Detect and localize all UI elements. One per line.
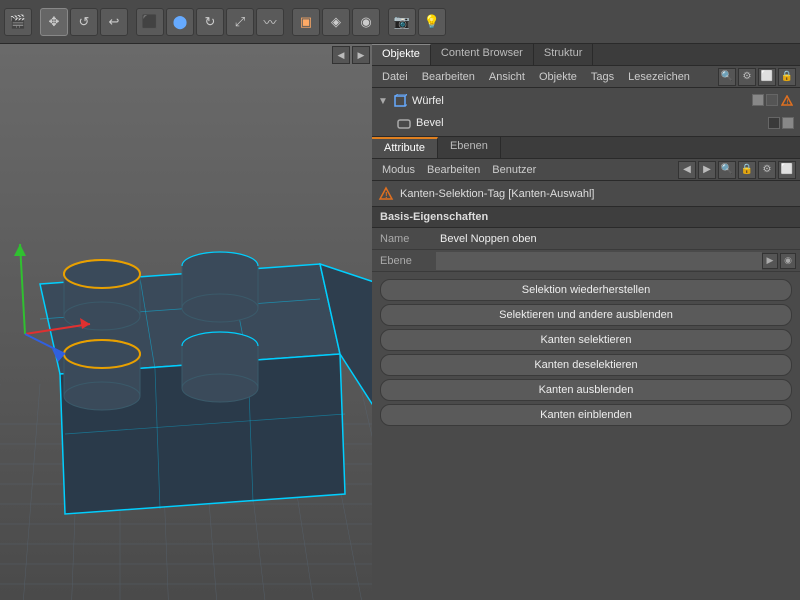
undo-tool[interactable]: ↩ — [100, 8, 128, 36]
rotate-tool[interactable]: ↻ — [196, 8, 224, 36]
tab-ebenen[interactable]: Ebenen — [438, 137, 501, 158]
settings-icon-btn[interactable]: ⚙ — [738, 68, 756, 86]
menu-tags[interactable]: Tags — [585, 69, 620, 85]
prop-row-name: Name Bevel Noppen oben — [372, 228, 800, 250]
viewport-nav: ◀ ▶ — [330, 44, 372, 66]
object-item-bevel[interactable]: Bevel — [376, 112, 796, 134]
right-panel: Objekte Content Browser Struktur Datei B… — [372, 44, 800, 600]
tag-label: Kanten-Selektion-Tag [Kanten-Auswahl] — [400, 188, 594, 200]
menu-icon-group: 🔍 ⚙ ⬜ 🔒 — [718, 68, 796, 86]
menu-datei[interactable]: Datei — [376, 69, 414, 85]
bevel-icon — [396, 115, 412, 131]
file-tool[interactable]: 🎬 — [4, 8, 32, 36]
select-tool[interactable]: ✥ — [40, 8, 68, 36]
layer-extra-btn[interactable]: ◉ — [780, 253, 796, 269]
scene-svg — [0, 44, 372, 600]
lock-icon-btn[interactable]: 🔒 — [778, 68, 796, 86]
tag-bar: ! Kanten-Selektion-Tag [Kanten-Auswahl] — [372, 181, 800, 207]
nurbs-tool[interactable]: ▣ — [292, 8, 320, 36]
nav-settings-btn[interactable]: ⚙ — [758, 161, 776, 179]
svg-text:!: ! — [787, 100, 789, 106]
sphere-tool[interactable]: ⬤ — [166, 8, 194, 36]
nav-next-btn[interactable]: ▶ — [698, 161, 716, 179]
main-layout: ◀ ▶ — [0, 44, 800, 600]
nav-lock-btn[interactable]: 🔒 — [738, 161, 756, 179]
object-item-wuerfel[interactable]: ▼ Würfel ! — [376, 90, 796, 112]
tab-objekte[interactable]: Objekte — [372, 44, 431, 65]
indicator-1[interactable] — [752, 94, 764, 106]
object-indicators-bevel — [768, 117, 794, 129]
light-tool[interactable]: 💡 — [418, 8, 446, 36]
3d-viewport[interactable]: ◀ ▶ — [0, 44, 372, 600]
spline-tool[interactable]: 〰 — [256, 8, 284, 36]
select-edges-button[interactable]: Kanten selektieren — [380, 329, 792, 351]
hide-edges-button[interactable]: Kanten ausblenden — [380, 379, 792, 401]
camera-tool[interactable]: 📷 — [388, 8, 416, 36]
search-icon-btn[interactable]: 🔍 — [718, 68, 736, 86]
top-tabs: Objekte Content Browser Struktur — [372, 44, 800, 66]
menu-objekte[interactable]: Objekte — [533, 69, 583, 85]
tab-struktur[interactable]: Struktur — [534, 44, 594, 65]
action-buttons-group: Selektion wiederherstellen Selektieren u… — [372, 272, 800, 433]
menu-ansicht[interactable]: Ansicht — [483, 69, 531, 85]
effector-tool[interactable]: ◉ — [352, 8, 380, 36]
attr-nav-icons: ◀ ▶ 🔍 🔒 ⚙ ⬜ — [678, 161, 796, 179]
object-list: ▼ Würfel ! Bevel — [372, 88, 800, 137]
properties-panel: Basis-Eigenschaften Name Bevel Noppen ob… — [372, 207, 800, 600]
attribute-tabs: Attribute Ebenen — [372, 137, 800, 159]
prop-row-layer: Ebene ▶ ◉ — [372, 250, 800, 272]
window-icon-btn[interactable]: ⬜ — [758, 68, 776, 86]
nav-prev-btn[interactable]: ◀ — [678, 161, 696, 179]
restore-selection-button[interactable]: Selektion wiederherstellen — [380, 279, 792, 301]
menu-bearbeiten[interactable]: Bearbeiten — [416, 69, 481, 85]
viewport-nav-right[interactable]: ▶ — [352, 46, 370, 64]
menu-lesezeichen[interactable]: Lesezeichen — [622, 69, 696, 85]
indicator-2[interactable] — [766, 94, 778, 106]
select-hide-others-button[interactable]: Selektieren und andere ausblenden — [380, 304, 792, 326]
tab-attribute[interactable]: Attribute — [372, 137, 438, 158]
tag-warning-icon: ! — [378, 186, 394, 202]
cube-tool[interactable]: ⬛ — [136, 8, 164, 36]
svg-text:!: ! — [385, 191, 388, 200]
tab-content-browser[interactable]: Content Browser — [431, 44, 534, 65]
object-menu-bar: Datei Bearbeiten Ansicht Objekte Tags Le… — [372, 66, 800, 88]
indicator-bevel-2[interactable] — [782, 117, 794, 129]
indicator-bevel-1[interactable] — [768, 117, 780, 129]
section-header-basis: Basis-Eigenschaften — [372, 207, 800, 228]
scale-tool[interactable]: ⤢ — [226, 8, 254, 36]
attribute-menu: Modus Bearbeiten Benutzer ◀ ▶ 🔍 🔒 ⚙ ⬜ — [372, 159, 800, 181]
cube-icon — [392, 93, 408, 109]
prop-label-layer: Ebene — [376, 255, 436, 267]
object-name-wuerfel: Würfel — [412, 95, 748, 107]
layer-arrow-btn[interactable]: ▶ — [762, 253, 778, 269]
viewport-nav-left[interactable]: ◀ — [332, 46, 350, 64]
object-indicators-wuerfel: ! — [752, 94, 794, 108]
deformer-tool[interactable]: ◈ — [322, 8, 350, 36]
nav-search-btn[interactable]: 🔍 — [718, 161, 736, 179]
move-tool[interactable]: ↺ — [70, 8, 98, 36]
prop-input-layer[interactable] — [436, 252, 762, 270]
attr-menu-benutzer[interactable]: Benutzer — [486, 162, 542, 178]
show-edges-button[interactable]: Kanten einblenden — [380, 404, 792, 426]
prop-value-name: Bevel Noppen oben — [436, 233, 796, 245]
prop-label-name: Name — [376, 233, 436, 245]
main-toolbar: 🎬 ✥ ↺ ↩ ⬛ ⬤ ↻ ⤢ 〰 ▣ ◈ ◉ 📷 💡 — [0, 0, 800, 44]
attr-menu-modus[interactable]: Modus — [376, 162, 421, 178]
nav-window-btn[interactable]: ⬜ — [778, 161, 796, 179]
attr-menu-bearbeiten[interactable]: Bearbeiten — [421, 162, 486, 178]
layer-btn-group: ▶ ◉ — [762, 253, 796, 269]
object-name-bevel: Bevel — [416, 117, 764, 129]
warning-badge: ! — [780, 94, 794, 108]
deselect-edges-button[interactable]: Kanten deselektieren — [380, 354, 792, 376]
expand-arrow-wuerfel[interactable]: ▼ — [378, 96, 388, 107]
